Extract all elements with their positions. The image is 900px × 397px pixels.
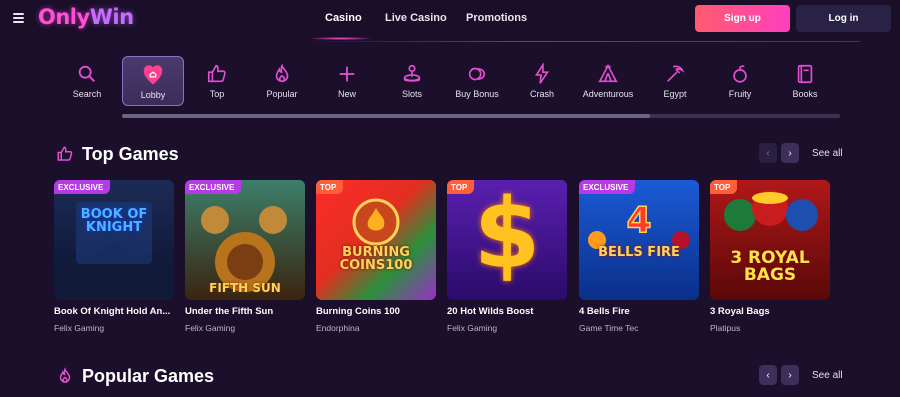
- joystick-icon: [403, 64, 421, 82]
- game-title[interactable]: Under the Fifth Sun: [185, 306, 305, 317]
- game-thumbnail[interactable]: BOOK OF KNIGHT EXCLUSIVE: [54, 180, 174, 300]
- category-adventurous[interactable]: Adventurous: [577, 56, 639, 106]
- top-badge: TOP: [710, 180, 738, 194]
- category-search[interactable]: Search: [56, 56, 118, 106]
- exclusive-badge: EXCLUSIVE: [579, 180, 636, 194]
- lightning-icon: [534, 63, 550, 84]
- category-lobby[interactable]: Lobby: [122, 56, 184, 106]
- game-thumbnail[interactable]: 3 ROYAL BAGS TOP: [710, 180, 830, 300]
- top-badge: TOP: [447, 180, 475, 194]
- signup-button[interactable]: Sign up: [695, 5, 790, 32]
- thumbs-up-icon: [207, 64, 226, 83]
- fruit-icon: [733, 65, 747, 83]
- category-books[interactable]: Books: [774, 56, 836, 106]
- category-crash[interactable]: Crash: [511, 56, 573, 106]
- game-card[interactable]: BOOK OF KNIGHT EXCLUSIVE Book Of Knight …: [54, 180, 174, 333]
- game-card[interactable]: 3 ROYAL BAGS TOP 3 Royal Bags Platipus: [710, 180, 830, 333]
- game-title[interactable]: 3 Royal Bags: [710, 306, 830, 317]
- popular-games-title: Popular Games: [82, 366, 215, 386]
- game-card[interactable]: 4 BELLS FIRE EXCLUSIVE 4 Bells Fire Game…: [579, 180, 699, 333]
- nav-casino[interactable]: Casino: [325, 12, 362, 24]
- exclusive-badge: EXCLUSIVE: [54, 180, 111, 194]
- game-thumbnail[interactable]: 4 BELLS FIRE EXCLUSIVE: [579, 180, 699, 300]
- flame-icon: [59, 367, 71, 383]
- game-provider: Felix Gaming: [185, 323, 236, 333]
- game-title[interactable]: 20 Hot Wilds Boost: [447, 306, 567, 317]
- top-games-see-all-link[interactable]: See all: [812, 148, 843, 159]
- top-games-next-button[interactable]: ›: [781, 143, 799, 163]
- tent-icon: [598, 63, 618, 83]
- nav-live-casino[interactable]: Live Casino: [385, 12, 447, 24]
- game-provider: Felix Gaming: [447, 323, 498, 333]
- search-icon: [78, 65, 95, 82]
- exclusive-badge: EXCLUSIVE: [185, 180, 242, 194]
- game-title[interactable]: Burning Coins 100: [316, 306, 436, 317]
- header-divider: [300, 41, 860, 42]
- game-thumbnail[interactable]: $ TOP: [447, 180, 567, 300]
- category-slots[interactable]: Slots: [381, 56, 443, 106]
- coins-icon: [468, 67, 486, 81]
- game-title[interactable]: 4 Bells Fire: [579, 306, 699, 317]
- category-fruity[interactable]: Fruity: [709, 56, 771, 106]
- popular-games-next-button[interactable]: ›: [781, 365, 799, 385]
- category-top[interactable]: Top: [186, 56, 248, 106]
- brand-logo[interactable]: OnlyWin: [38, 5, 134, 31]
- game-provider: Felix Gaming: [54, 323, 105, 333]
- game-artwork: [316, 180, 436, 300]
- game-provider: Endorphina: [316, 323, 360, 333]
- top-games-title: Top Games: [82, 144, 179, 164]
- plus-icon: [339, 66, 355, 82]
- lobby-icon: [143, 65, 163, 85]
- top-badge: TOP: [316, 180, 344, 194]
- svg-text:4: 4: [626, 200, 651, 241]
- thumbs-up-icon: [57, 146, 73, 161]
- game-provider: Platipus: [710, 323, 741, 333]
- nav-active-indicator: [310, 37, 372, 40]
- category-egypt[interactable]: Egypt: [644, 56, 706, 106]
- flame-icon: [275, 63, 289, 83]
- category-new[interactable]: New: [316, 56, 378, 106]
- game-card[interactable]: FIFTH SUN EXCLUSIVE Under the Fifth Sun …: [185, 180, 305, 333]
- game-thumbnail[interactable]: BURNING COINS100 TOP: [316, 180, 436, 300]
- category-scrollbar[interactable]: [122, 114, 840, 118]
- game-card[interactable]: BURNING COINS100 TOP Burning Coins 100 E…: [316, 180, 436, 333]
- category-scrollbar-thumb[interactable]: [122, 114, 650, 118]
- category-popular[interactable]: Popular: [251, 56, 313, 106]
- category-buy-bonus[interactable]: Buy Bonus: [446, 56, 508, 106]
- popular-games-prev-button[interactable]: ‹: [759, 365, 777, 385]
- pickaxe-icon: [667, 65, 685, 82]
- game-artwork: 4: [579, 180, 699, 300]
- game-card[interactable]: $ TOP 20 Hot Wilds Boost Felix Gaming: [447, 180, 567, 333]
- book-icon: [797, 64, 813, 84]
- game-thumbnail[interactable]: FIFTH SUN EXCLUSIVE: [185, 180, 305, 300]
- game-title[interactable]: Book Of Knight Hold An...: [54, 306, 174, 317]
- category-bar: Search Lobby Top Popular New Slots Buy B…: [54, 56, 844, 106]
- hamburger-menu-icon[interactable]: [13, 13, 24, 23]
- popular-games-see-all-link[interactable]: See all: [812, 370, 843, 381]
- login-button[interactable]: Log in: [796, 5, 891, 32]
- nav-promotions[interactable]: Promotions: [466, 12, 527, 24]
- top-games-prev-button[interactable]: ‹: [759, 143, 777, 163]
- game-artwork: [54, 180, 174, 300]
- game-provider: Game Time Tec: [579, 323, 639, 333]
